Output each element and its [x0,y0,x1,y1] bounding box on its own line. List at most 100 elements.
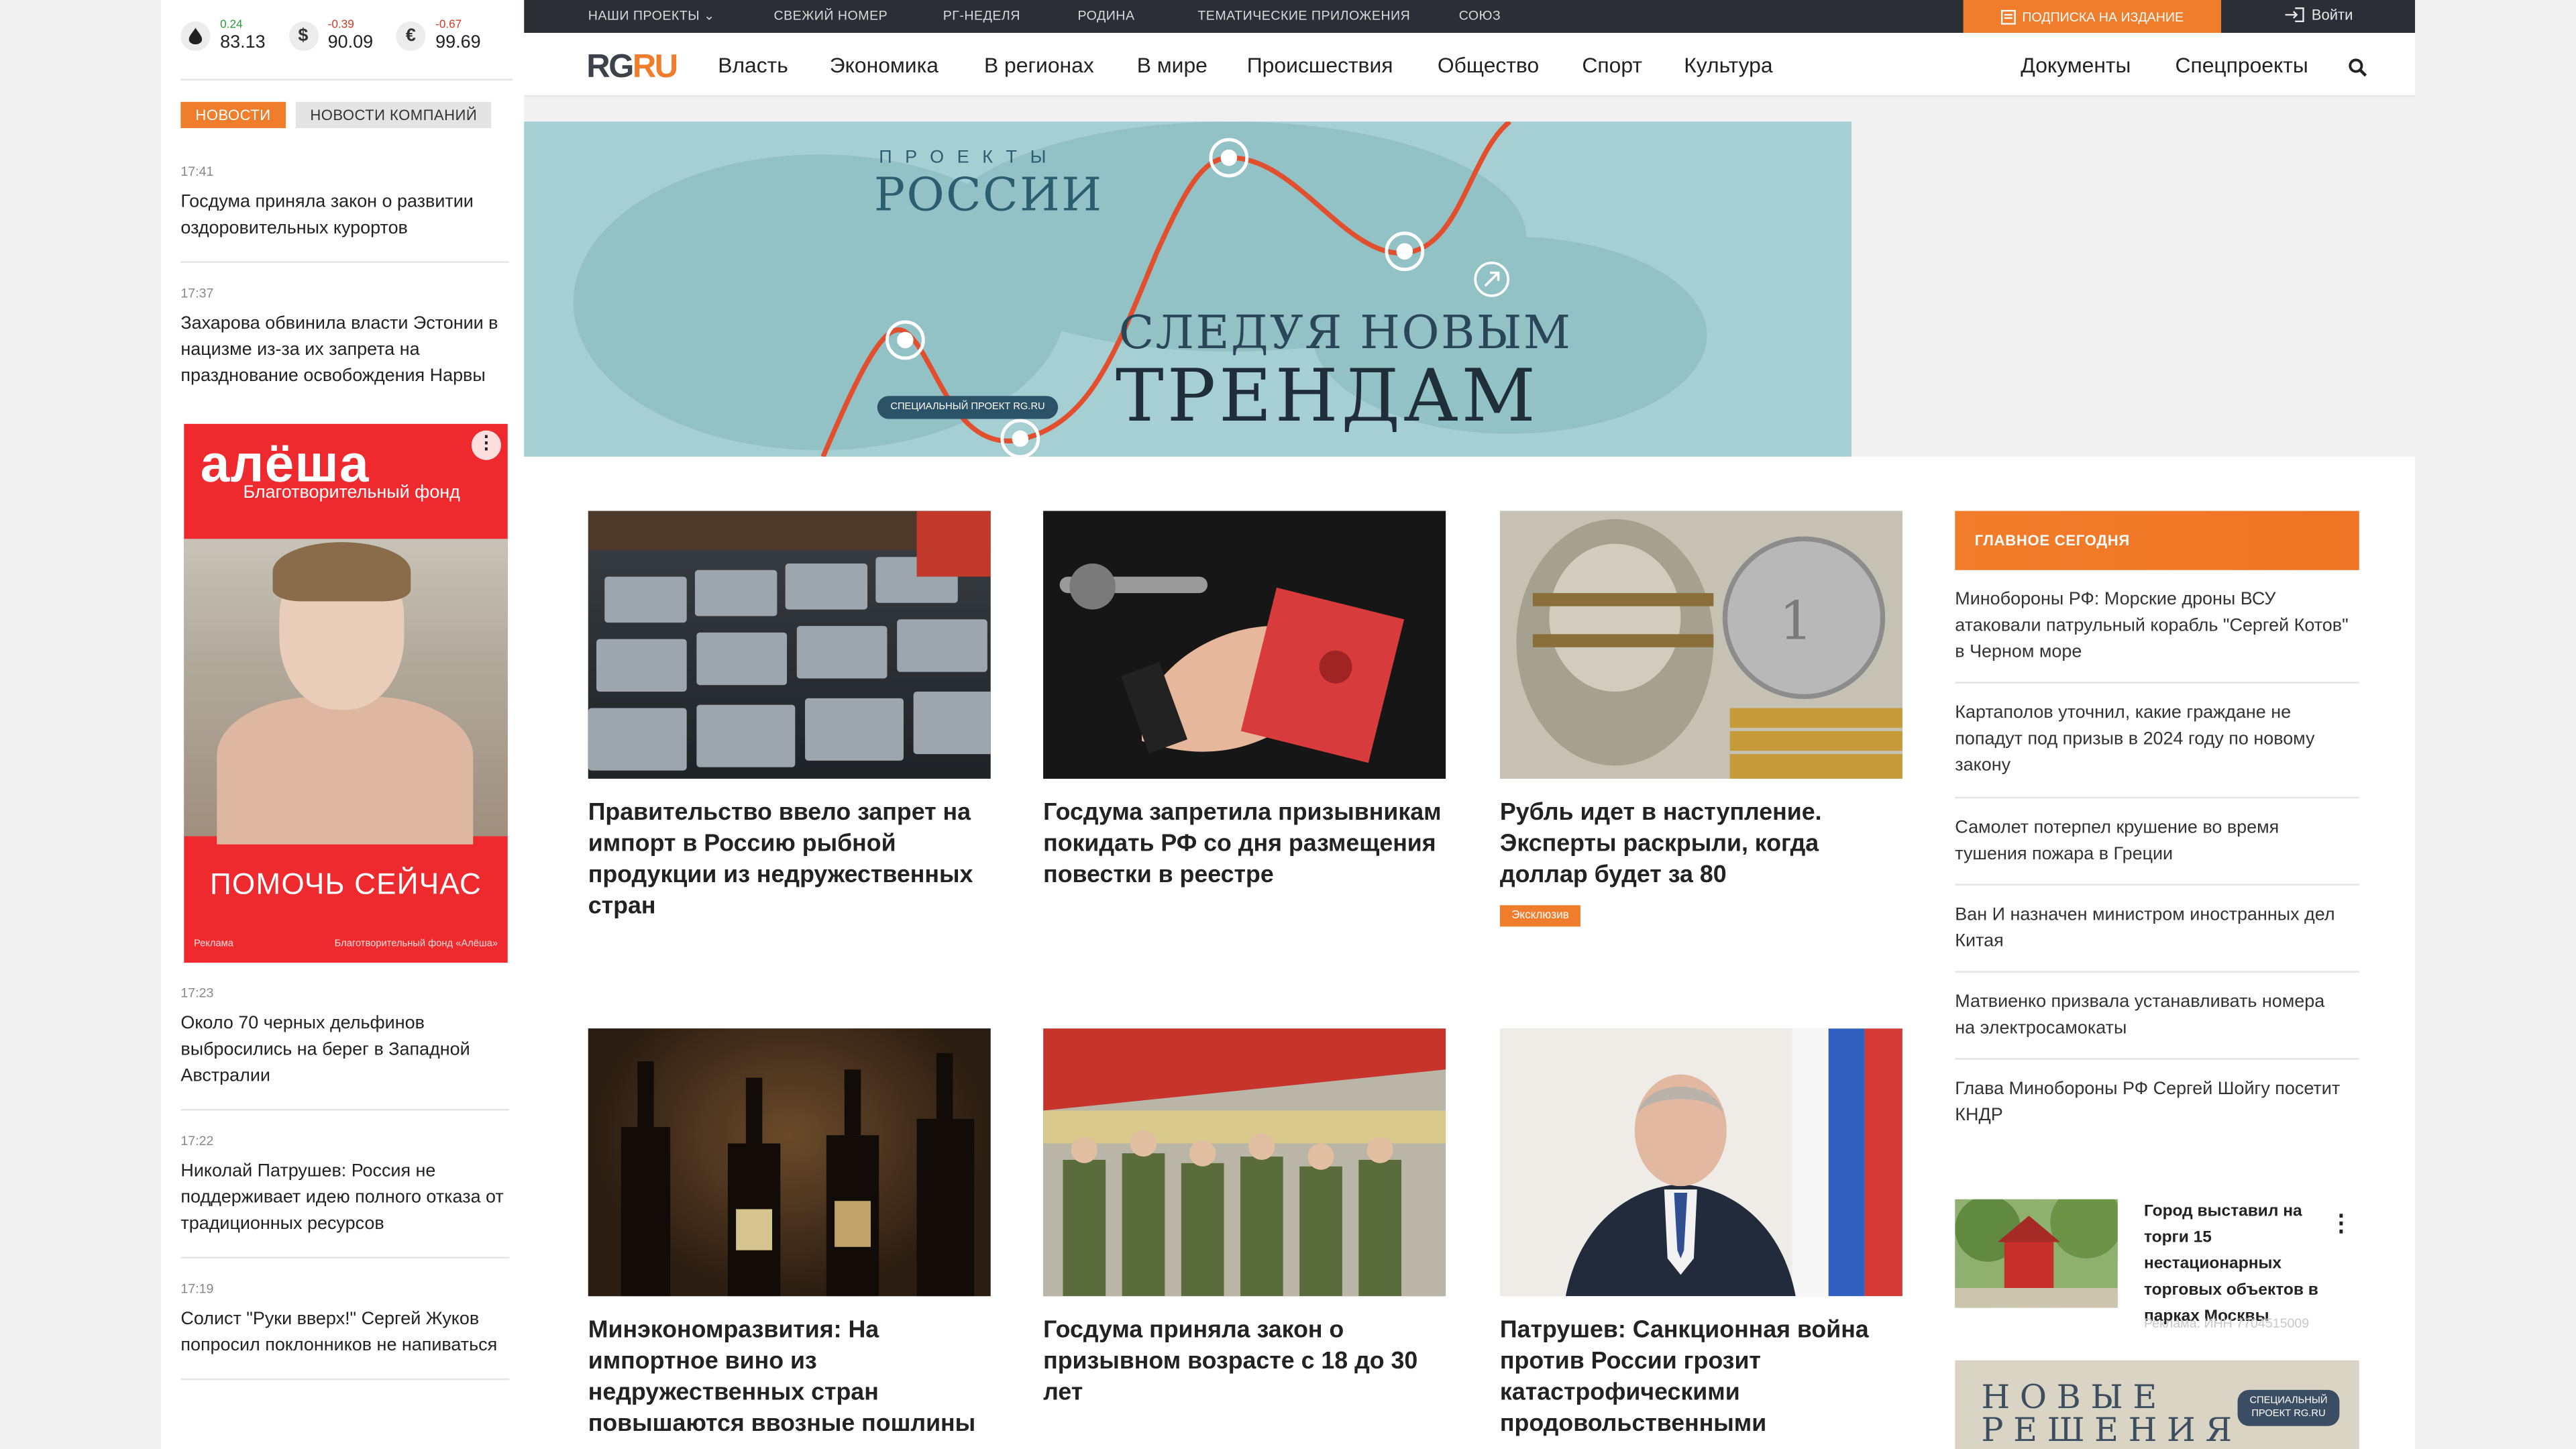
link-fresh-issue[interactable]: СВЕЖИЙ НОМЕР [773,8,888,23]
login-button[interactable]: Войти [2285,7,2353,23]
main-today-item[interactable]: Картаполов уточнил, какие граждане не по… [1955,700,2349,779]
link-thematic[interactable]: ТЕМАТИЧЕСКИЕ ПРИЛОЖЕНИЯ [1197,8,1410,23]
newspaper-icon [2000,9,2016,24]
article-image[interactable] [1043,1028,1446,1297]
main-today-header: ГЛАВНОЕ СЕГОДНЯ [1955,511,2359,570]
article-card[interactable]: Госдума приняла закон о призывном возрас… [1043,1028,1446,1409]
nav-item-regions[interactable]: В регионах [984,52,1094,77]
nav-item-vlast[interactable]: Власть [718,52,788,77]
news-link[interactable]: Госдума приняла закон о развитии оздоров… [180,189,509,241]
left-sidebar: 0.24 83.13 $ -0.39 90.09 € -0.67 99.69 Н… [161,0,525,1449]
projects-label: НАШИ ПРОЕКТЫ [588,8,700,23]
ad-photo [184,539,508,845]
article-image[interactable]: 1 [1499,511,1902,779]
nav-item-specprojects[interactable]: Спецпроекты [2175,52,2308,77]
projects-menu[interactable]: НАШИ ПРОЕКТЫ ⌄ [588,8,715,23]
article-image[interactable] [588,1028,991,1297]
nav-item-culture[interactable]: Культура [1684,52,1772,77]
search-icon[interactable] [2348,56,2367,77]
exclusive-badge: Эксклюзив [1499,905,1580,927]
divider [1955,682,2359,684]
article-title[interactable]: Патрушев: Санкционная война против Росси… [1500,1316,1902,1441]
nav-item-world[interactable]: В мире [1137,52,1208,77]
list-item[interactable]: 17:23 Около 70 черных дельфинов выбросил… [180,985,510,1111]
rate-oil[interactable]: 0.24 83.13 [180,19,266,52]
ad-subtitle: Благотворительный фонд [243,483,460,503]
news-time: 17:37 [180,286,214,301]
divider [1955,1058,2359,1060]
rate-dollar[interactable]: $ -0.39 90.09 [288,19,373,52]
article-card[interactable]: Патрушев: Санкционная война против Росси… [1499,1028,1902,1441]
charity-ad[interactable]: алёша Благотворительный фонд ⋮ ПОМОЧЬ СЕ… [184,423,508,963]
divider [180,261,510,263]
main-today-item[interactable]: Самолет потерпел крушение во время тушен… [1955,815,2349,867]
news-link[interactable]: Захарова обвинила власти Эстонии в нациз… [180,311,509,390]
article-card[interactable]: Минэкономразвития: На импортное вино из … [588,1028,991,1441]
divider [180,1256,510,1258]
news-link[interactable]: Николай Патрушев: Россия не поддерживает… [180,1159,509,1238]
nav-item-documents[interactable]: Документы [2021,52,2131,77]
login-icon [2285,7,2305,23]
more-icon[interactable]: ⋮ [2330,1209,2353,1237]
article-card[interactable]: Госдума запретила призывникам покидать Р… [1043,511,1446,892]
nav-item-economy[interactable]: Экономика [830,52,938,77]
main-today-item[interactable]: Матвиенко призвала устанавливать номера … [1955,989,2349,1041]
special-project-banner[interactable]: ПРОЕКТЫ РОССИИ СЛЕДУЯ НОВЫМ ТРЕНДАМ СПЕЦ… [524,121,1852,457]
main-today-item[interactable]: Ван И назначен министром иностранных дел… [1955,902,2349,955]
article-title[interactable]: Госдума запретила призывникам покидать Р… [1043,798,1446,892]
news-time: 17:22 [180,1133,214,1148]
divider [1955,796,2359,799]
article-image[interactable] [1043,511,1446,779]
left-tabs: НОВОСТИ НОВОСТИ КОМПАНИЙ [180,101,492,129]
article-title[interactable]: Минэкономразвития: На импортное вино из … [588,1316,991,1441]
euro-icon: € [396,21,426,51]
main-today-item[interactable]: Глава Минобороны РФ Сергей Шойгу посетит… [1955,1076,2349,1128]
list-item[interactable]: 17:19 Солист "Руки вверх!" Сергей Жуков … [180,1281,510,1381]
list-item[interactable]: 17:41 Госдума приняла закон о развитии о… [180,164,510,263]
ad-advertiser: Благотворительный фонд «Алёша» [334,939,498,950]
article-card[interactable]: Правительство ввело запрет на импорт в Р… [588,511,991,924]
tab-news[interactable]: НОВОСТИ [180,101,286,129]
ad-cta[interactable]: ПОМОЧЬ СЕЙЧАС [184,867,507,902]
link-rodina[interactable]: РОДИНА [1078,8,1135,23]
rate-change: -0.39 [327,19,354,32]
oil-drop-icon [180,21,211,51]
news-time: 17:41 [180,164,214,179]
article-title[interactable]: Рубль идет в наступление. Эксперты раскр… [1500,798,1902,892]
list-item[interactable]: 17:22 Николай Патрушев: Россия не поддер… [180,1133,510,1258]
rate-change: 0.24 [220,19,243,32]
link-rg-week[interactable]: РГ-НЕДЕЛЯ [943,8,1020,23]
main-today-item[interactable]: Минобороны РФ: Морские дроны ВСУ атакова… [1955,586,2349,665]
nav-item-incidents[interactable]: Происшествия [1247,52,1393,77]
article-title[interactable]: Правительство ввело запрет на импорт в Р… [588,798,991,923]
chevron-down-icon: ⌄ [704,8,715,23]
nav-item-sport[interactable]: Спорт [1582,52,1642,77]
divider [1955,883,2359,886]
news-link[interactable]: Около 70 черных дельфинов выбросились на… [180,1010,509,1089]
new-solutions-banner[interactable]: НОВЫЕ РЕШЕНИЯ СПЕЦИАЛЬНЫЙ ПРОЕКТ RG.RU [1955,1360,2359,1449]
ad-label: Реклама [193,939,233,950]
link-soyuz[interactable]: СОЮЗ [1459,8,1501,23]
promo-image[interactable] [1955,1199,2118,1308]
banner-tag: СПЕЦИАЛЬНЫЙ ПРОЕКТ RG.RU [877,396,1059,419]
subscribe-button[interactable]: ПОДПИСКА НА ИЗДАНИЕ [1963,0,2222,33]
nav-item-society[interactable]: Общество [1438,52,1539,77]
article-image[interactable] [588,511,991,779]
news-time: 17:23 [180,985,214,1001]
list-item[interactable]: 17:37 Захарова обвинила власти Эстонии в… [180,286,509,389]
news-time: 17:19 [180,1281,214,1297]
subscribe-label: ПОДПИСКА НА ИЗДАНИЕ [2022,9,2184,24]
divider [180,78,513,81]
site-logo[interactable]: RGRU [586,49,678,87]
article-card[interactable]: 1 Рубль идет в наступление. Эксперты рас… [1499,511,1902,927]
rate-euro[interactable]: € -0.67 99.69 [396,19,481,52]
tab-company-news[interactable]: НОВОСТИ КОМПАНИЙ [295,101,492,129]
news-link[interactable]: Солист "Руки вверх!" Сергей Жуков попрос… [180,1306,509,1358]
promo-text[interactable]: Город выставил на торги 15 нестационарны… [2144,1199,2341,1331]
ad-menu-icon[interactable]: ⋮ [471,430,501,460]
article-image[interactable] [1499,1028,1902,1297]
ad-footer: Реклама Благотворительный фонд «Алёша» [194,940,498,950]
banner-line2: ТРЕНДАМ [1115,354,1539,439]
new-solutions-badge: СПЕЦИАЛЬНЫЙ ПРОЕКТ RG.RU [2237,1389,2340,1426]
article-title[interactable]: Госдума приняла закон о призывном возрас… [1043,1316,1446,1410]
